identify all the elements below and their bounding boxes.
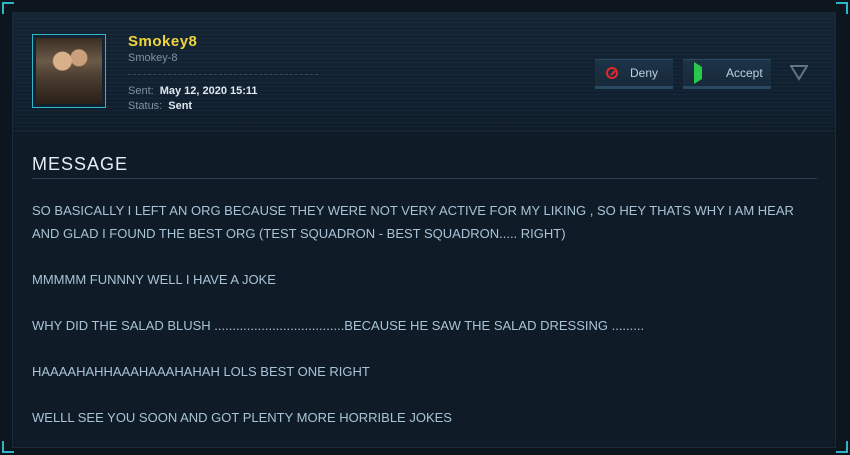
accept-button[interactable]: Accept bbox=[683, 59, 771, 89]
username[interactable]: Smokey8 bbox=[128, 33, 197, 50]
frame-corner bbox=[836, 441, 848, 453]
message-paragraph: WELLL SEE YOU SOON AND GOT PLENTY MORE H… bbox=[32, 410, 452, 425]
message-paragraph: HAAAAHAHHAAAHAAAHAHAH LOLS BEST ONE RIGH… bbox=[32, 364, 370, 379]
avatar[interactable] bbox=[32, 34, 106, 108]
message-paragraph: SO BASICALLY I LEFT AN ORG BECAUSE THEY … bbox=[32, 203, 794, 241]
status-value: Sent bbox=[168, 100, 193, 112]
applicant-header: Smokey8 Smokey-8 Sent: May 12, 2020 15:11… bbox=[13, 13, 835, 132]
application-panel: Smokey8 Smokey-8 Sent: May 12, 2020 15:11… bbox=[12, 12, 836, 448]
message-paragraph: MMMMM FUNNNY WELL I HAVE A JOKE bbox=[32, 272, 276, 287]
status-label: Status: bbox=[128, 100, 163, 112]
user-handle: Smokey-8 bbox=[128, 52, 178, 64]
sent-value: May 12, 2020 15:11 bbox=[159, 85, 258, 97]
deny-button[interactable]: Deny bbox=[595, 59, 673, 89]
avatar-image bbox=[36, 38, 102, 104]
message-body: SO BASICALLY I LEFT AN ORG BECAUSE THEY … bbox=[32, 199, 802, 447]
divider bbox=[128, 74, 318, 75]
status-row: Status: Sent bbox=[128, 100, 192, 112]
message-paragraph: WHY DID THE SALAD BLUSH ................… bbox=[32, 318, 645, 333]
frame-corner bbox=[836, 2, 848, 14]
application-frame: Smokey8 Smokey-8 Sent: May 12, 2020 15:11… bbox=[0, 0, 850, 455]
accept-icon bbox=[694, 62, 714, 84]
expand-toggle[interactable] bbox=[789, 65, 809, 81]
deny-icon bbox=[606, 67, 618, 79]
divider bbox=[32, 178, 817, 179]
deny-label: Deny bbox=[630, 66, 659, 80]
sent-row: Sent: May 12, 2020 15:11 bbox=[128, 85, 258, 97]
message-heading: MESSAGE bbox=[32, 154, 129, 174]
chevron-down-icon bbox=[789, 65, 809, 81]
sent-label: Sent: bbox=[128, 85, 154, 97]
accept-label: Accept bbox=[726, 66, 763, 80]
